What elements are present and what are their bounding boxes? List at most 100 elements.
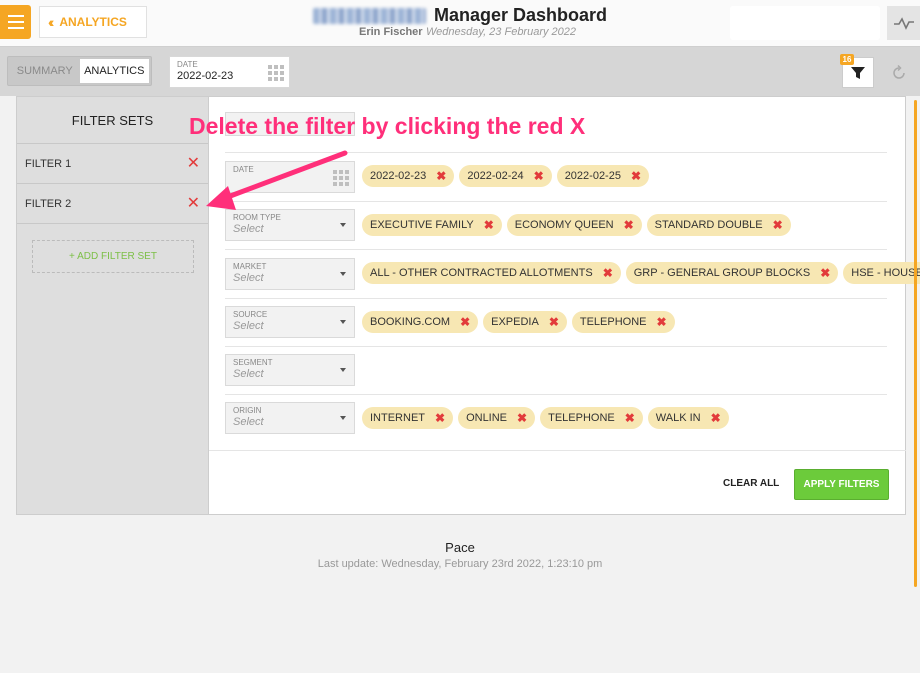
- header-blank-panel: [730, 6, 880, 40]
- remove-chip-icon[interactable]: ✖: [534, 169, 544, 183]
- filter-chip[interactable]: 2022-02-23 ✖: [362, 165, 455, 187]
- remove-chip-icon[interactable]: ✖: [657, 315, 667, 329]
- activity-pulse-button[interactable]: [887, 6, 920, 40]
- caret-down-icon: [340, 272, 346, 276]
- remove-chip-icon[interactable]: ✖: [517, 411, 527, 425]
- chip-label: BOOKING.COM: [370, 316, 451, 328]
- remove-chip-icon[interactable]: ✖: [625, 411, 635, 425]
- user-name: Erin Fischer: [359, 26, 423, 38]
- add-filter-set-button[interactable]: + ADD FILTER SET: [32, 240, 194, 273]
- caret-down-icon: [340, 416, 346, 420]
- filter-chip[interactable]: ALL - OTHER CONTRACTED ALLOTMENTS ✖: [362, 262, 621, 284]
- last-update-text: Last update: Wednesday, February 23rd 20…: [317, 558, 603, 570]
- filter-chip[interactable]: TELEPHONE ✖: [540, 407, 643, 429]
- chip-label: EXPEDIA: [491, 316, 539, 328]
- funnel-icon: [851, 66, 865, 79]
- filter-chip[interactable]: ECONOMY QUEEN ✖: [506, 214, 642, 236]
- filter-chip[interactable]: WALK IN ✖: [647, 407, 729, 429]
- remove-chip-icon[interactable]: ✖: [436, 169, 446, 183]
- app-header: ‹‹ ANALYTICS Manager Dashboard Erin Fisc…: [0, 0, 920, 46]
- filter-chip[interactable]: EXECUTIVE FAMILY ✖: [362, 214, 502, 236]
- origin-select[interactable]: ORIGIN Select: [225, 402, 355, 434]
- room-type-placeholder: Select: [233, 223, 264, 235]
- section-title-pace: Pace: [445, 540, 475, 555]
- room-type-chips: EXECUTIVE FAMILY ✖ ECONOMY QUEEN ✖ STANDAR…: [362, 214, 791, 236]
- chip-label: EXECUTIVE FAMILY: [370, 219, 474, 231]
- refresh-button[interactable]: [883, 57, 914, 88]
- filter-chip[interactable]: BOOKING.COM ✖: [362, 311, 479, 333]
- remove-chip-icon[interactable]: ✖: [773, 218, 783, 232]
- source-select[interactable]: SOURCE Select: [225, 306, 355, 338]
- tab-summary[interactable]: SUMMARY: [10, 59, 80, 83]
- filter-chip[interactable]: TELEPHONE ✖: [571, 311, 675, 333]
- filter-chip[interactable]: 2022-02-24 ✖: [459, 165, 552, 187]
- filter-chip[interactable]: INTERNET ✖: [362, 407, 454, 429]
- toolbar: SUMMARY ANALYTICS DATE 2022-02-23 16: [0, 46, 920, 96]
- remove-chip-icon[interactable]: ✖: [820, 266, 830, 280]
- remove-chip-icon[interactable]: ✖: [711, 411, 721, 425]
- pulse-icon: [893, 17, 914, 30]
- caret-down-icon: [340, 320, 346, 324]
- double-chevron-left-icon: ‹‹: [48, 14, 55, 30]
- market-placeholder: Select: [233, 272, 264, 284]
- remove-chip-icon[interactable]: ✖: [484, 218, 494, 232]
- chip-label: TELEPHONE: [548, 412, 615, 424]
- filter-sets-title: FILTER SETS: [17, 97, 208, 144]
- caret-down-icon: [340, 368, 346, 372]
- back-button-label: ANALYTICS: [59, 15, 127, 29]
- page-title: Manager Dashboard: [434, 5, 608, 25]
- remove-chip-icon[interactable]: ✖: [603, 266, 613, 280]
- filter-set-item[interactable]: FILTER 2 ✕: [17, 184, 208, 224]
- date-field[interactable]: DATE: [225, 161, 355, 193]
- market-label: MARKET: [233, 262, 267, 271]
- source-chips: BOOKING.COM ✖ EXPEDIA ✖ TELEPHONE ✖: [362, 311, 675, 333]
- blurred-hotel-name: [313, 8, 426, 24]
- origin-placeholder: Select: [233, 416, 264, 428]
- delete-filter-close-icon[interactable]: ✕: [187, 195, 200, 212]
- remove-chip-icon[interactable]: ✖: [549, 315, 559, 329]
- origin-label: ORIGIN: [233, 406, 262, 415]
- chip-label: WALK IN: [655, 412, 701, 424]
- origin-chips: INTERNET ✖ ONLINE ✖ TELEPHONE ✖ WALK IN ✖: [362, 407, 729, 429]
- chip-label: TELEPHONE: [579, 316, 647, 328]
- refresh-icon: [892, 64, 905, 79]
- chip-label: INTERNET: [370, 412, 425, 424]
- remove-chip-icon[interactable]: ✖: [460, 315, 470, 329]
- filter-chip[interactable]: ONLINE ✖: [458, 407, 536, 429]
- filter-chip[interactable]: 2022-02-25 ✖: [556, 165, 650, 187]
- room-type-label: ROOM TYPE: [233, 213, 281, 222]
- market-select[interactable]: MARKET Select: [225, 258, 355, 290]
- remove-chip-icon[interactable]: ✖: [435, 411, 445, 425]
- segment-select[interactable]: SEGMENT Select: [225, 354, 355, 386]
- vertical-scrollbar[interactable]: [914, 100, 917, 587]
- clear-all-button[interactable]: CLEAR ALL: [723, 478, 779, 489]
- filter-row-date: DATE 2022-02-23 ✖ 2022-02-24 ✖ 2022-02-25 ✖: [225, 153, 887, 202]
- date-picker[interactable]: DATE 2022-02-23: [169, 56, 290, 88]
- filter-chip[interactable]: EXPEDIA ✖: [483, 311, 567, 333]
- filter-chip[interactable]: GRP - GENERAL GROUP BLOCKS ✖: [625, 262, 839, 284]
- room-type-select[interactable]: ROOM TYPE Select: [225, 209, 355, 241]
- filter-row-origin: ORIGIN Select INTERNET ✖ ONLINE ✖ TELEPHON…: [225, 395, 887, 443]
- filter-set-label: FILTER 1: [25, 157, 72, 170]
- caret-down-icon: [340, 223, 346, 227]
- filter-set-item[interactable]: FILTER 1 ✕: [17, 144, 208, 184]
- filter-editor-panel: DATE 2022-02-23 ✖ 2022-02-24 ✖ 2022-02-25 ✖…: [209, 96, 920, 515]
- source-placeholder: Select: [233, 320, 264, 332]
- remove-chip-icon[interactable]: ✖: [631, 169, 641, 183]
- back-to-analytics-button[interactable]: ‹‹ ANALYTICS: [39, 6, 147, 38]
- calendar-grid-icon: [333, 170, 349, 186]
- view-switcher: SUMMARY ANALYTICS: [7, 56, 152, 86]
- remove-chip-icon[interactable]: ✖: [624, 218, 634, 232]
- filter-chip[interactable]: STANDARD DOUBLE ✖: [646, 214, 791, 236]
- tab-analytics[interactable]: ANALYTICS: [79, 59, 149, 83]
- filter-chip[interactable]: HSE - HOUSE✖: [843, 262, 920, 284]
- filter-sets-panel: FILTER SETS FILTER 1 ✕ FILTER 2 ✕ + ADD …: [16, 96, 209, 515]
- chip-label: 2022-02-24: [467, 170, 524, 182]
- chip-label: GRP - GENERAL GROUP BLOCKS: [633, 267, 811, 279]
- hamburger-menu-icon[interactable]: [0, 5, 31, 39]
- apply-filters-button[interactable]: APPLY FILTERS: [794, 469, 889, 500]
- segment-label: SEGMENT: [233, 358, 273, 367]
- delete-filter-close-icon[interactable]: ✕: [187, 155, 200, 172]
- chip-label: HSE - HOUSE: [851, 267, 920, 279]
- chip-label: STANDARD DOUBLE: [654, 219, 763, 231]
